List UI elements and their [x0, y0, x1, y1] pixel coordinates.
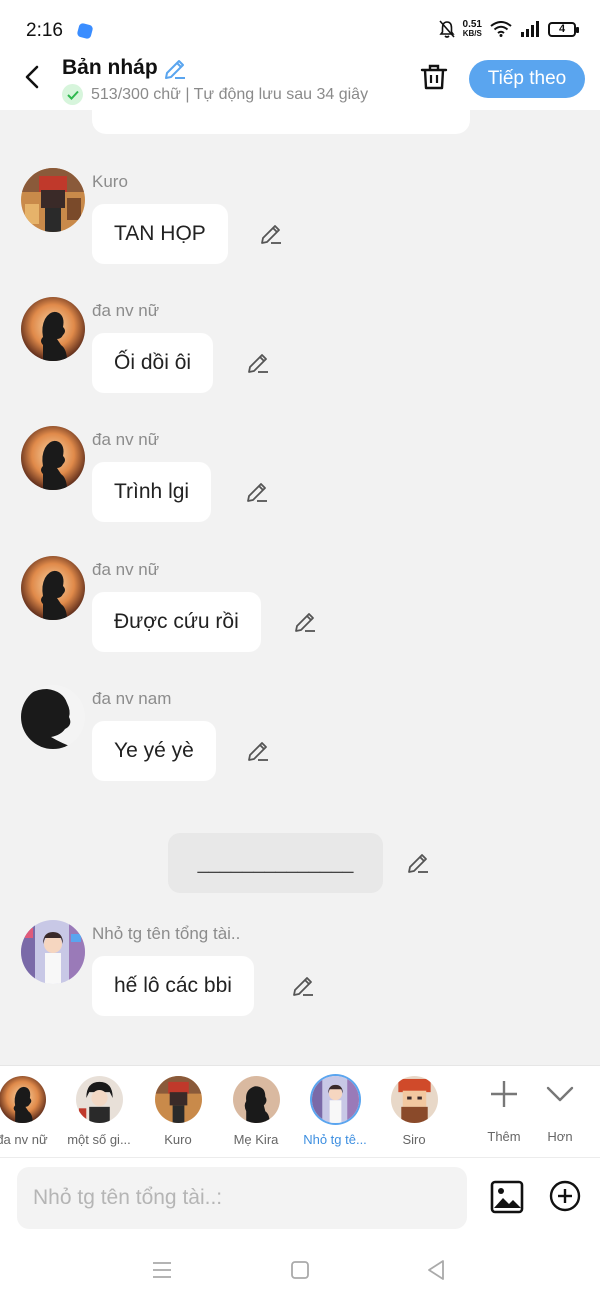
- avatar-female-silhouette[interactable]: [21, 556, 85, 620]
- sender-name: Kuro: [92, 172, 128, 191]
- edit-message-pencil-icon[interactable]: [290, 973, 316, 999]
- add-label: Thêm: [487, 1129, 521, 1144]
- add-circle-icon[interactable]: [549, 1180, 581, 1212]
- trash-icon[interactable]: [419, 62, 449, 92]
- character-avatar: [0, 1076, 46, 1123]
- message-bubble[interactable]: TAN HỌP: [92, 204, 228, 264]
- sender-name: đa nv nữ: [92, 301, 160, 320]
- sender-name: đa nv nữ: [92, 560, 160, 579]
- edit-message-pencil-icon[interactable]: [245, 738, 271, 764]
- character-item[interactable]: Mẹ Kira: [214, 1076, 298, 1147]
- avatar-male-silhouette[interactable]: [21, 685, 85, 749]
- avatar-female-silhouette[interactable]: [21, 297, 85, 361]
- character-avatar: [311, 1076, 359, 1123]
- character-item[interactable]: Kuro: [136, 1076, 220, 1147]
- wifi-icon: [490, 21, 512, 37]
- network-speed: 0.51 KB/S: [462, 19, 482, 39]
- signal-icon: [521, 21, 539, 37]
- plus-icon: [491, 1081, 517, 1107]
- status-time: 2:16: [26, 20, 63, 41]
- header: Bản nháp 513/300 chữ | Tự động lưu sau 3…: [0, 56, 600, 110]
- menu-icon[interactable]: [149, 1257, 175, 1283]
- character-name: Mẹ Kira: [233, 1132, 279, 1147]
- character-name: Kuro: [164, 1132, 192, 1147]
- back-arrow-icon[interactable]: [18, 62, 48, 92]
- message-bubble[interactable]: Ối dồi ôi: [92, 333, 214, 393]
- check-icon: [62, 84, 83, 105]
- edit-narration-pencil-icon[interactable]: [405, 850, 431, 876]
- character-selector-bar: đa nv nữ một số gi... Kuro Mẹ Kira Nhỏ t…: [0, 1065, 600, 1157]
- message-bubble[interactable]: hế lô các bbi: [92, 956, 254, 1016]
- avatar-kuro[interactable]: [21, 168, 85, 232]
- battery-icon: 4: [548, 21, 579, 37]
- edit-message-pencil-icon[interactable]: [292, 609, 318, 635]
- sender-name: đa nv nam: [92, 689, 172, 708]
- previous-message-bubble[interactable]: [92, 110, 470, 134]
- more-label: Hơn: [547, 1129, 573, 1144]
- character-name: đa nv nữ: [0, 1132, 48, 1147]
- back-triangle-icon[interactable]: [423, 1257, 449, 1283]
- character-item-selected[interactable]: Nhỏ tg tê...: [293, 1076, 377, 1147]
- character-item[interactable]: một số gi...: [57, 1076, 141, 1147]
- chevron-down-icon: [546, 1086, 574, 1102]
- next-button[interactable]: Tiếp theo: [469, 60, 585, 98]
- mute-bell-icon: [438, 20, 455, 38]
- character-name: Siro: [402, 1132, 426, 1147]
- message-input-row: [0, 1157, 600, 1239]
- message-input[interactable]: [17, 1167, 467, 1229]
- app-notification-icon: [76, 22, 94, 40]
- more-button[interactable]: Hơn: [530, 1076, 590, 1144]
- home-square-icon[interactable]: [287, 1257, 313, 1283]
- message-bubble[interactable]: Được cứu rồi: [92, 592, 261, 652]
- system-nav-bar: [0, 1239, 600, 1300]
- sender-name: đa nv nữ: [92, 430, 160, 449]
- narration-bubble[interactable]: ______________: [168, 833, 383, 893]
- autosave-status: 513/300 chữ | Tự động lưu sau 34 giây: [62, 84, 368, 105]
- edit-message-pencil-icon[interactable]: [258, 221, 284, 247]
- character-avatar: [154, 1076, 202, 1123]
- character-item[interactable]: đa nv nữ: [0, 1076, 64, 1147]
- avatar-female-silhouette[interactable]: [21, 426, 85, 490]
- message-bubble[interactable]: Ye yé yè: [92, 721, 216, 781]
- add-character-button[interactable]: Thêm: [474, 1076, 534, 1144]
- character-name: Nhỏ tg tê...: [303, 1132, 367, 1147]
- speed-unit: KB/S: [462, 29, 482, 38]
- character-avatar: [75, 1076, 123, 1123]
- character-item[interactable]: Siro: [372, 1076, 456, 1147]
- character-avatar: [390, 1076, 438, 1123]
- edit-message-pencil-icon[interactable]: [244, 479, 270, 505]
- avatar-nho-tg[interactable]: [21, 920, 85, 984]
- edit-message-pencil-icon[interactable]: [245, 350, 271, 376]
- speed-value: 0.51: [462, 19, 482, 30]
- page-title: Bản nháp: [62, 56, 158, 79]
- image-icon[interactable]: [490, 1180, 524, 1214]
- status-bar: 2:16 0.51 KB/S 4: [0, 0, 600, 56]
- character-name: một số gi...: [67, 1132, 131, 1147]
- status-indicators: 0.51 KB/S 4: [438, 19, 579, 39]
- message-bubble[interactable]: Trình lgi: [92, 462, 212, 522]
- edit-title-pencil-icon[interactable]: [162, 56, 188, 82]
- character-avatar: [232, 1076, 280, 1123]
- word-count-text: 513/300 chữ | Tự động lưu sau 34 giây: [91, 85, 369, 103]
- sender-name: Nhỏ tg tên tổng tài..: [92, 924, 241, 943]
